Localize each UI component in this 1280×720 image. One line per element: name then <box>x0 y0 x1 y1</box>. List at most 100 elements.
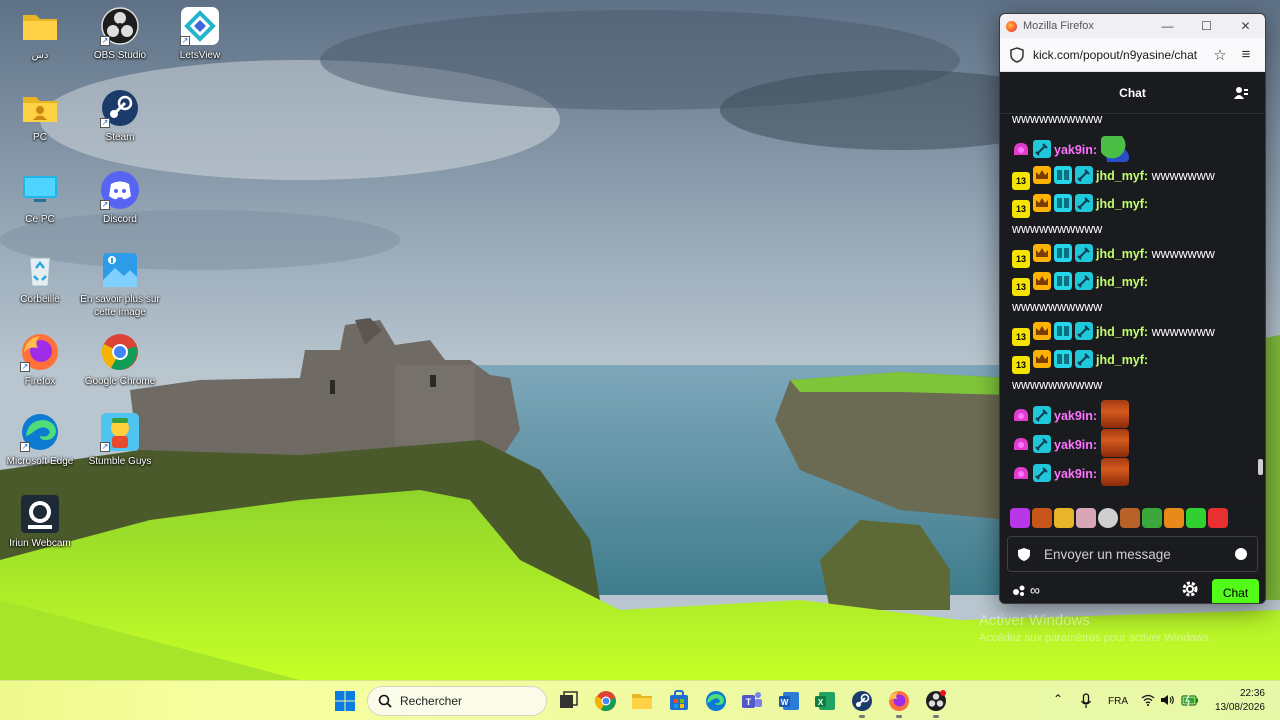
bookmark-star-icon[interactable]: ☆ <box>1207 46 1233 64</box>
desktop-icon-ce-pc[interactable]: Ce PC <box>0 170 80 226</box>
username[interactable]: yak9in: <box>1054 143 1097 157</box>
desktop-icon-label: دس <box>31 50 49 61</box>
tracking-protection-shield-icon[interactable] <box>1010 46 1024 63</box>
desktop-icon-folder[interactable]: دس <box>0 6 80 62</box>
windows-start-icon[interactable] <box>333 689 357 713</box>
firefox-icon: ↗ <box>20 332 60 372</box>
edge-taskbar-icon[interactable] <box>704 689 728 713</box>
word-icon[interactable]: W <box>777 689 801 713</box>
taskbar-search[interactable] <box>367 686 547 716</box>
desktop-icon-label: Ce PC <box>25 214 55 225</box>
steam-taskbar-icon[interactable] <box>850 689 874 713</box>
gear-icon[interactable] <box>1181 580 1199 598</box>
username[interactable]: jhd_myf: <box>1096 197 1148 211</box>
send-chat-button[interactable]: Chat <box>1212 579 1259 603</box>
input-language[interactable]: FRA <box>1108 696 1128 707</box>
system-clock[interactable]: 22:36 13/08/2026 <box>1205 687 1265 715</box>
chrome-taskbar-icon[interactable] <box>594 689 618 713</box>
desktop-icon-corbeille[interactable]: Corbeille <box>0 250 80 306</box>
chat-message-input[interactable] <box>1044 546 1235 562</box>
battery-charging-icon[interactable] <box>1181 693 1199 707</box>
chat-message-partial: wwwwwwwwww <box>1012 114 1248 130</box>
quick-emote-5-icon[interactable] <box>1098 508 1118 528</box>
og-badge-icon <box>1054 350 1072 368</box>
crown-badge-icon <box>1033 272 1051 290</box>
window-titlebar[interactable]: Mozilla Firefox — ☐ ✕ <box>1000 14 1265 38</box>
chat-message: 13 jhd_myf: wwwwwww <box>1012 243 1248 268</box>
emoji-picker-icon[interactable] <box>1235 548 1247 560</box>
minimize-button[interactable]: — <box>1148 14 1187 38</box>
quick-emote-6-icon[interactable] <box>1120 508 1140 528</box>
file-explorer-icon[interactable] <box>630 689 654 713</box>
hamburger-menu-icon[interactable]: ≡ <box>1233 46 1259 63</box>
og-badge-icon <box>1054 194 1072 212</box>
chat-title: Chat <box>1119 85 1146 100</box>
microsoft-store-icon[interactable] <box>667 689 691 713</box>
chat-message: 13 jhd_myf: wwwwwww <box>1012 321 1248 346</box>
username[interactable]: jhd_myf: <box>1096 353 1148 367</box>
excel-icon[interactable]: X <box>813 689 837 713</box>
show-hidden-icons-chevron-up-icon[interactable]: ⌃ <box>1053 692 1063 706</box>
chat-scrollbar[interactable] <box>1258 459 1263 475</box>
desktop-icon-google-chrome[interactable]: Google Chrome <box>80 332 160 388</box>
quick-emote-2-icon[interactable] <box>1032 508 1052 528</box>
subscriber-badge-icon <box>1014 438 1028 450</box>
quick-emote-8-icon[interactable] <box>1164 508 1184 528</box>
crown-badge-icon <box>1033 322 1051 340</box>
channel-points[interactable]: ∞ <box>1012 582 1040 598</box>
pepe-emote-icon <box>1100 136 1129 162</box>
quick-emote-3-icon[interactable] <box>1054 508 1074 528</box>
desktop-icon-letsview[interactable]: ↗ LetsView <box>160 6 240 62</box>
desktop-icon-microsoft-edge[interactable]: ↗ Microsoft Edge <box>0 412 80 468</box>
subscriber-months-badge: 13 <box>1012 250 1030 268</box>
search-input[interactable] <box>400 694 530 708</box>
crown-badge-icon <box>1033 244 1051 262</box>
chat-message: 13 jhd_myf: wwwwwww <box>1012 165 1248 190</box>
chat-rules-shield-icon[interactable] <box>1018 547 1030 561</box>
desktop-icon-obs-studio[interactable]: ↗ OBS Studio <box>80 6 160 62</box>
username[interactable]: yak9in: <box>1054 438 1097 452</box>
username[interactable]: jhd_myf: <box>1096 247 1148 261</box>
username[interactable]: jhd_myf: <box>1096 325 1148 339</box>
desktop-icon-stumble-guys[interactable]: ↗ Stumble Guys <box>80 412 160 468</box>
maximize-button[interactable]: ☐ <box>1187 14 1226 38</box>
shortcut-arrow-icon: ↗ <box>100 200 110 210</box>
volume-icon[interactable] <box>1160 694 1174 706</box>
points-icon <box>1013 585 1025 596</box>
address-bar[interactable]: kick.com/popout/n9yasine/chat ☆ ≡ <box>1000 38 1265 72</box>
desktop-icon-pc-folder[interactable]: PC <box>0 88 80 144</box>
desktop-icon-steam[interactable]: ↗ Steam <box>80 88 160 144</box>
desktop-icon-spotlight-info[interactable]: En savoir plus sur cette image <box>80 250 160 319</box>
quick-emote-7-icon[interactable] <box>1142 508 1162 528</box>
teams-icon[interactable]: T <box>740 689 764 713</box>
obs-taskbar-icon[interactable] <box>924 689 948 713</box>
quick-emote-10-icon[interactable] <box>1208 508 1228 528</box>
url-text[interactable]: kick.com/popout/n9yasine/chat <box>1033 48 1207 62</box>
desktop-icon-discord[interactable]: ↗ Discord <box>80 170 160 226</box>
username[interactable]: yak9in: <box>1054 409 1097 423</box>
shortcut-arrow-icon: ↗ <box>20 442 30 452</box>
quick-emote-9-icon[interactable] <box>1186 508 1206 528</box>
quick-emote-1-icon[interactable] <box>1010 508 1030 528</box>
subscriber-badge-icon <box>1014 467 1028 479</box>
username[interactable]: yak9in: <box>1054 467 1097 481</box>
letsview-icon: ↗ <box>180 6 220 46</box>
firefox-taskbar-icon[interactable] <box>887 689 911 713</box>
chat-input-container[interactable] <box>1007 536 1258 572</box>
subscriber-months-badge: 13 <box>1012 328 1030 346</box>
shortcut-arrow-icon: ↗ <box>100 118 110 128</box>
users-settings-icon[interactable] <box>1233 85 1249 101</box>
og-badge-icon <box>1054 166 1072 184</box>
quick-emote-4-icon[interactable] <box>1076 508 1096 528</box>
username[interactable]: jhd_myf: <box>1096 275 1148 289</box>
wifi-icon[interactable] <box>1141 694 1155 706</box>
desktop-icon-iriun-webcam[interactable]: Iriun Webcam <box>0 494 80 550</box>
username[interactable]: jhd_myf: <box>1096 169 1148 183</box>
computer-icon <box>20 170 60 210</box>
task-view-icon[interactable] <box>556 689 580 713</box>
desktop-icon-firefox[interactable]: ↗ Firefox <box>0 332 80 388</box>
close-button[interactable]: ✕ <box>1226 14 1265 38</box>
microphone-icon[interactable] <box>1080 693 1092 709</box>
watermark-title: Activer Windows <box>979 612 1090 629</box>
chat-message-list[interactable]: wwwwwwwwww yak9in: 13 jhd_myf: wwwwwww 13… <box>1000 114 1265 500</box>
